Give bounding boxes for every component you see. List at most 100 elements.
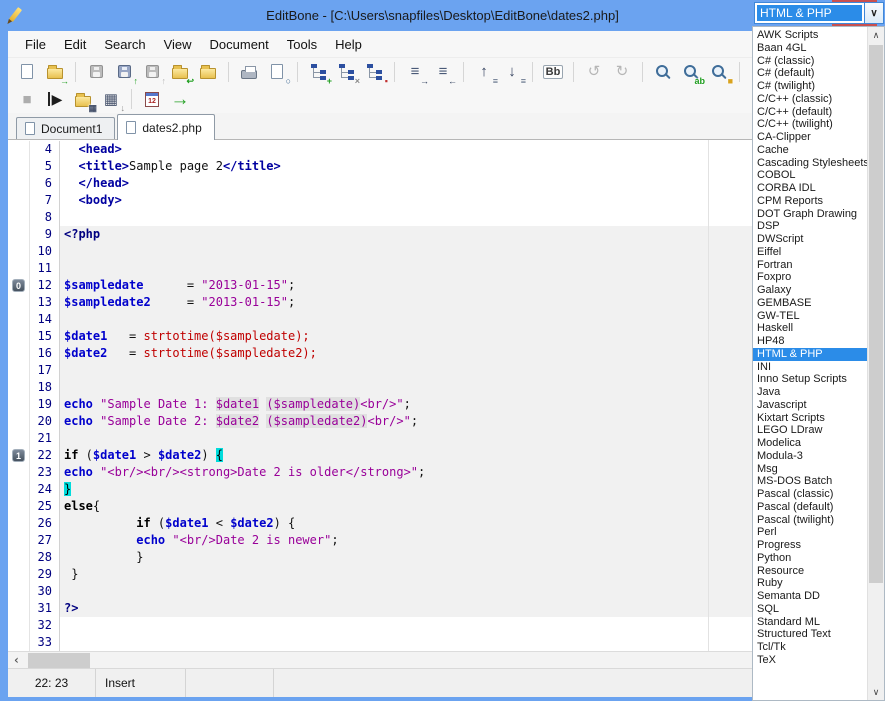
language-item[interactable]: C# (classic) [753, 55, 867, 68]
bookmark-margin[interactable] [8, 498, 30, 515]
outdent-button[interactable]: ≡← [430, 60, 456, 84]
language-item[interactable]: Progress [753, 539, 867, 552]
horizontal-scrollbar[interactable]: ‹ › [8, 651, 878, 668]
print-button[interactable] [236, 60, 262, 84]
bookmark-margin[interactable] [8, 311, 30, 328]
language-item[interactable]: Ruby [753, 577, 867, 590]
language-item[interactable]: C# (twilight) [753, 80, 867, 93]
sort-ascending-button[interactable]: ↑≡ [471, 60, 497, 84]
undo-button[interactable]: ↺ [581, 60, 607, 84]
bookmark-margin[interactable] [8, 379, 30, 396]
bookmark-margin[interactable] [8, 617, 30, 634]
language-item[interactable]: Standard ML [753, 616, 867, 629]
language-item[interactable]: AWK Scripts [753, 29, 867, 42]
redo-button[interactable]: ↻ [609, 60, 635, 84]
language-item[interactable]: Perl [753, 526, 867, 539]
bookmark-margin[interactable] [8, 600, 30, 617]
save-all-button[interactable]: ↑ [139, 60, 165, 84]
scroll-up-icon[interactable]: ∧ [868, 27, 884, 43]
language-item[interactable]: Semanta DD [753, 590, 867, 603]
language-item[interactable]: MS-DOS Batch [753, 475, 867, 488]
language-item[interactable]: GW-TEL [753, 310, 867, 323]
language-item[interactable]: Kixtart Scripts [753, 412, 867, 425]
sort-descending-button[interactable]: ↓≡ [499, 60, 525, 84]
bookmark-margin[interactable] [8, 515, 30, 532]
replace-button[interactable]: ab [678, 60, 704, 84]
bookmark-margin[interactable] [8, 413, 30, 430]
bookmark-margin[interactable] [8, 464, 30, 481]
scroll-left-button[interactable]: ‹ [8, 652, 25, 668]
scroll-down-icon[interactable]: ∨ [868, 684, 884, 700]
language-item[interactable]: Structured Text [753, 628, 867, 641]
insert-date-button[interactable]: 12 [139, 87, 165, 111]
bookmark-margin[interactable] [8, 430, 30, 447]
language-item[interactable]: LEGO LDraw [753, 424, 867, 437]
bookmark-margin[interactable] [8, 345, 30, 362]
bookmark-margin[interactable] [8, 583, 30, 600]
new-document-button[interactable] [14, 60, 40, 84]
bookmark-margin[interactable] [8, 549, 30, 566]
language-item[interactable]: INI [753, 361, 867, 374]
bookmark-1-icon[interactable]: 1 [12, 449, 25, 462]
bookmark-0-icon[interactable]: 0 [12, 279, 25, 292]
find-in-files-button[interactable]: ■ [706, 60, 732, 84]
language-combobox[interactable]: HTML & PHP ∨ [754, 2, 884, 24]
bookmark-margin[interactable] [8, 294, 30, 311]
language-item[interactable]: Haskell [753, 322, 867, 335]
group-add-button[interactable]: + [305, 60, 331, 84]
language-item[interactable]: DOT Graph Drawing [753, 208, 867, 221]
open-button[interactable]: → [42, 60, 68, 84]
language-item[interactable]: HTML & PHP [753, 348, 867, 361]
stop-button[interactable]: ■ [14, 87, 40, 111]
bookmark-margin[interactable] [8, 192, 30, 209]
language-item[interactable]: Fortran [753, 259, 867, 272]
bookmark-margin[interactable] [8, 260, 30, 277]
language-item[interactable]: Eiffel [753, 246, 867, 259]
language-item[interactable]: Galaxy [753, 284, 867, 297]
horizontal-scroll-thumb[interactable] [28, 653, 90, 668]
bookmark-margin[interactable] [8, 481, 30, 498]
language-item[interactable]: CORBA IDL [753, 182, 867, 195]
bookmark-margin[interactable] [8, 328, 30, 345]
bookmark-margin[interactable] [8, 362, 30, 379]
menu-item-tools[interactable]: Tools [278, 34, 326, 55]
bookmark-margin[interactable] [8, 532, 30, 549]
menu-item-document[interactable]: Document [201, 34, 278, 55]
bookmark-margin[interactable] [8, 141, 30, 158]
language-item[interactable]: Cascading Stylesheets [753, 157, 867, 170]
bookmark-margin[interactable] [8, 209, 30, 226]
search-button[interactable] [650, 60, 676, 84]
bookmark-margin[interactable] [8, 158, 30, 175]
language-item[interactable]: Modelica [753, 437, 867, 450]
language-item[interactable]: COBOL [753, 169, 867, 182]
group-delete-button[interactable]: × [333, 60, 359, 84]
tab-document1[interactable]: Document1 [16, 117, 115, 139]
language-item[interactable]: Tcl/Tk [753, 641, 867, 654]
language-item[interactable]: C/C++ (classic) [753, 93, 867, 106]
bookmark-margin[interactable] [8, 634, 30, 651]
code-editor[interactable]: 4 <head>5 <title>Sample page 2</title>6 … [8, 140, 878, 668]
language-item[interactable]: CPM Reports [753, 195, 867, 208]
folder-button[interactable] [195, 60, 221, 84]
bookmark-margin[interactable]: 0 [8, 277, 30, 294]
tab-dates2[interactable]: dates2.php [117, 114, 214, 140]
language-item[interactable]: Pascal (default) [753, 501, 867, 514]
language-list-scrollbar[interactable]: ∧ ∨ [867, 27, 884, 700]
language-item[interactable]: DWScript [753, 233, 867, 246]
group-edit-button[interactable]: ▪ [361, 60, 387, 84]
language-item[interactable]: Baan 4GL [753, 42, 867, 55]
language-item[interactable]: Java [753, 386, 867, 399]
language-item[interactable]: DSP [753, 220, 867, 233]
language-item[interactable]: Modula-3 [753, 450, 867, 463]
menu-item-help[interactable]: Help [326, 34, 371, 55]
language-item[interactable]: Msg [753, 463, 867, 476]
bookmark-margin[interactable] [8, 226, 30, 243]
language-item[interactable]: TeX [753, 654, 867, 667]
language-item[interactable]: Cache [753, 144, 867, 157]
bookmark-margin[interactable] [8, 566, 30, 583]
print-preview-button[interactable]: ○ [264, 60, 290, 84]
language-item[interactable]: Javascript [753, 399, 867, 412]
vertical-scroll-thumb[interactable] [869, 45, 883, 583]
menu-item-view[interactable]: View [155, 34, 201, 55]
language-item[interactable]: C/C++ (default) [753, 106, 867, 119]
